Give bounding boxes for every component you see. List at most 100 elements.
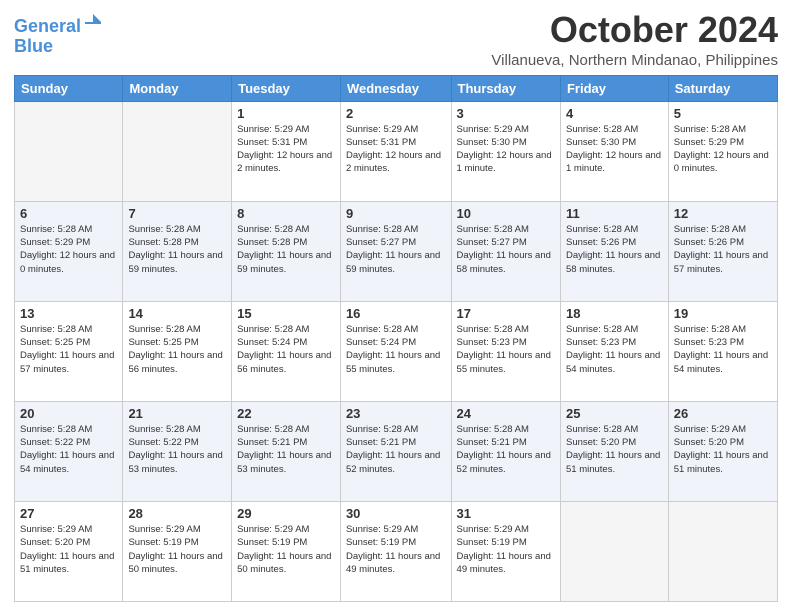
day-number: 20 (20, 406, 117, 421)
calendar-header-row: Sunday Monday Tuesday Wednesday Thursday… (15, 75, 778, 101)
table-row: 29 Sunrise: 5:29 AM Sunset: 5:19 PM Dayl… (232, 501, 341, 601)
day-number: 1 (237, 106, 335, 121)
table-row: 28 Sunrise: 5:29 AM Sunset: 5:19 PM Dayl… (123, 501, 232, 601)
day-info: Sunrise: 5:28 AM Sunset: 5:23 PM Dayligh… (674, 323, 772, 376)
day-info: Sunrise: 5:28 AM Sunset: 5:25 PM Dayligh… (128, 323, 226, 376)
day-info: Sunrise: 5:29 AM Sunset: 5:20 PM Dayligh… (20, 523, 117, 576)
month-title: October 2024 (491, 10, 778, 50)
table-row: 27 Sunrise: 5:29 AM Sunset: 5:20 PM Dayl… (15, 501, 123, 601)
day-number: 19 (674, 306, 772, 321)
table-row: 12 Sunrise: 5:28 AM Sunset: 5:26 PM Dayl… (668, 201, 777, 301)
day-number: 18 (566, 306, 663, 321)
table-row: 13 Sunrise: 5:28 AM Sunset: 5:25 PM Dayl… (15, 301, 123, 401)
day-number: 15 (237, 306, 335, 321)
day-number: 16 (346, 306, 446, 321)
table-row: 26 Sunrise: 5:29 AM Sunset: 5:20 PM Dayl… (668, 401, 777, 501)
day-number: 5 (674, 106, 772, 121)
day-number: 31 (457, 506, 555, 521)
day-number: 11 (566, 206, 663, 221)
logo-text: General (14, 14, 103, 37)
calendar-table: Sunday Monday Tuesday Wednesday Thursday… (14, 75, 778, 602)
day-number: 2 (346, 106, 446, 121)
day-number: 12 (674, 206, 772, 221)
day-number: 7 (128, 206, 226, 221)
table-row: 19 Sunrise: 5:28 AM Sunset: 5:23 PM Dayl… (668, 301, 777, 401)
day-info: Sunrise: 5:28 AM Sunset: 5:21 PM Dayligh… (346, 423, 446, 476)
table-row: 18 Sunrise: 5:28 AM Sunset: 5:23 PM Dayl… (560, 301, 668, 401)
table-row: 3 Sunrise: 5:29 AM Sunset: 5:30 PM Dayli… (451, 101, 560, 201)
day-number: 21 (128, 406, 226, 421)
table-row: 23 Sunrise: 5:28 AM Sunset: 5:21 PM Dayl… (340, 401, 451, 501)
table-row (123, 101, 232, 201)
day-number: 17 (457, 306, 555, 321)
table-row (560, 501, 668, 601)
day-info: Sunrise: 5:28 AM Sunset: 5:26 PM Dayligh… (566, 223, 663, 276)
logo-icon (83, 12, 103, 32)
header-friday: Friday (560, 75, 668, 101)
day-info: Sunrise: 5:29 AM Sunset: 5:31 PM Dayligh… (237, 123, 335, 176)
day-info: Sunrise: 5:28 AM Sunset: 5:28 PM Dayligh… (128, 223, 226, 276)
calendar-week-row: 20 Sunrise: 5:28 AM Sunset: 5:22 PM Dayl… (15, 401, 778, 501)
header-monday: Monday (123, 75, 232, 101)
table-row (668, 501, 777, 601)
header-wednesday: Wednesday (340, 75, 451, 101)
day-info: Sunrise: 5:28 AM Sunset: 5:26 PM Dayligh… (674, 223, 772, 276)
page: General Blue October 2024 Villanueva, No… (0, 0, 792, 612)
day-info: Sunrise: 5:28 AM Sunset: 5:29 PM Dayligh… (674, 123, 772, 176)
day-info: Sunrise: 5:28 AM Sunset: 5:24 PM Dayligh… (237, 323, 335, 376)
day-number: 29 (237, 506, 335, 521)
day-number: 14 (128, 306, 226, 321)
table-row: 11 Sunrise: 5:28 AM Sunset: 5:26 PM Dayl… (560, 201, 668, 301)
day-number: 3 (457, 106, 555, 121)
day-info: Sunrise: 5:29 AM Sunset: 5:19 PM Dayligh… (346, 523, 446, 576)
title-block: October 2024 Villanueva, Northern Mindan… (491, 10, 778, 69)
calendar-week-row: 27 Sunrise: 5:29 AM Sunset: 5:20 PM Dayl… (15, 501, 778, 601)
table-row: 30 Sunrise: 5:29 AM Sunset: 5:19 PM Dayl… (340, 501, 451, 601)
table-row: 22 Sunrise: 5:28 AM Sunset: 5:21 PM Dayl… (232, 401, 341, 501)
day-info: Sunrise: 5:29 AM Sunset: 5:19 PM Dayligh… (237, 523, 335, 576)
logo-blue: Blue (14, 37, 103, 57)
calendar-week-row: 6 Sunrise: 5:28 AM Sunset: 5:29 PM Dayli… (15, 201, 778, 301)
table-row: 4 Sunrise: 5:28 AM Sunset: 5:30 PM Dayli… (560, 101, 668, 201)
table-row: 9 Sunrise: 5:28 AM Sunset: 5:27 PM Dayli… (340, 201, 451, 301)
table-row: 17 Sunrise: 5:28 AM Sunset: 5:23 PM Dayl… (451, 301, 560, 401)
header-sunday: Sunday (15, 75, 123, 101)
day-number: 23 (346, 406, 446, 421)
table-row: 24 Sunrise: 5:28 AM Sunset: 5:21 PM Dayl… (451, 401, 560, 501)
day-number: 24 (457, 406, 555, 421)
day-info: Sunrise: 5:28 AM Sunset: 5:30 PM Dayligh… (566, 123, 663, 176)
table-row: 25 Sunrise: 5:28 AM Sunset: 5:20 PM Dayl… (560, 401, 668, 501)
logo-general: General (14, 16, 81, 36)
day-info: Sunrise: 5:28 AM Sunset: 5:23 PM Dayligh… (566, 323, 663, 376)
day-info: Sunrise: 5:28 AM Sunset: 5:27 PM Dayligh… (457, 223, 555, 276)
day-info: Sunrise: 5:28 AM Sunset: 5:24 PM Dayligh… (346, 323, 446, 376)
table-row: 31 Sunrise: 5:29 AM Sunset: 5:19 PM Dayl… (451, 501, 560, 601)
day-number: 22 (237, 406, 335, 421)
table-row: 14 Sunrise: 5:28 AM Sunset: 5:25 PM Dayl… (123, 301, 232, 401)
day-number: 26 (674, 406, 772, 421)
calendar-week-row: 13 Sunrise: 5:28 AM Sunset: 5:25 PM Dayl… (15, 301, 778, 401)
header-tuesday: Tuesday (232, 75, 341, 101)
location-title: Villanueva, Northern Mindanao, Philippin… (491, 52, 778, 69)
day-info: Sunrise: 5:28 AM Sunset: 5:22 PM Dayligh… (128, 423, 226, 476)
table-row: 15 Sunrise: 5:28 AM Sunset: 5:24 PM Dayl… (232, 301, 341, 401)
header: General Blue October 2024 Villanueva, No… (14, 10, 778, 69)
day-number: 13 (20, 306, 117, 321)
logo: General Blue (14, 14, 103, 57)
day-number: 27 (20, 506, 117, 521)
day-info: Sunrise: 5:28 AM Sunset: 5:21 PM Dayligh… (457, 423, 555, 476)
day-number: 8 (237, 206, 335, 221)
day-number: 4 (566, 106, 663, 121)
day-info: Sunrise: 5:28 AM Sunset: 5:23 PM Dayligh… (457, 323, 555, 376)
day-info: Sunrise: 5:29 AM Sunset: 5:19 PM Dayligh… (457, 523, 555, 576)
table-row: 2 Sunrise: 5:29 AM Sunset: 5:31 PM Dayli… (340, 101, 451, 201)
calendar-week-row: 1 Sunrise: 5:29 AM Sunset: 5:31 PM Dayli… (15, 101, 778, 201)
table-row: 7 Sunrise: 5:28 AM Sunset: 5:28 PM Dayli… (123, 201, 232, 301)
day-info: Sunrise: 5:28 AM Sunset: 5:27 PM Dayligh… (346, 223, 446, 276)
day-info: Sunrise: 5:28 AM Sunset: 5:29 PM Dayligh… (20, 223, 117, 276)
day-info: Sunrise: 5:29 AM Sunset: 5:20 PM Dayligh… (674, 423, 772, 476)
day-info: Sunrise: 5:28 AM Sunset: 5:21 PM Dayligh… (237, 423, 335, 476)
day-info: Sunrise: 5:28 AM Sunset: 5:22 PM Dayligh… (20, 423, 117, 476)
table-row: 10 Sunrise: 5:28 AM Sunset: 5:27 PM Dayl… (451, 201, 560, 301)
day-info: Sunrise: 5:29 AM Sunset: 5:30 PM Dayligh… (457, 123, 555, 176)
